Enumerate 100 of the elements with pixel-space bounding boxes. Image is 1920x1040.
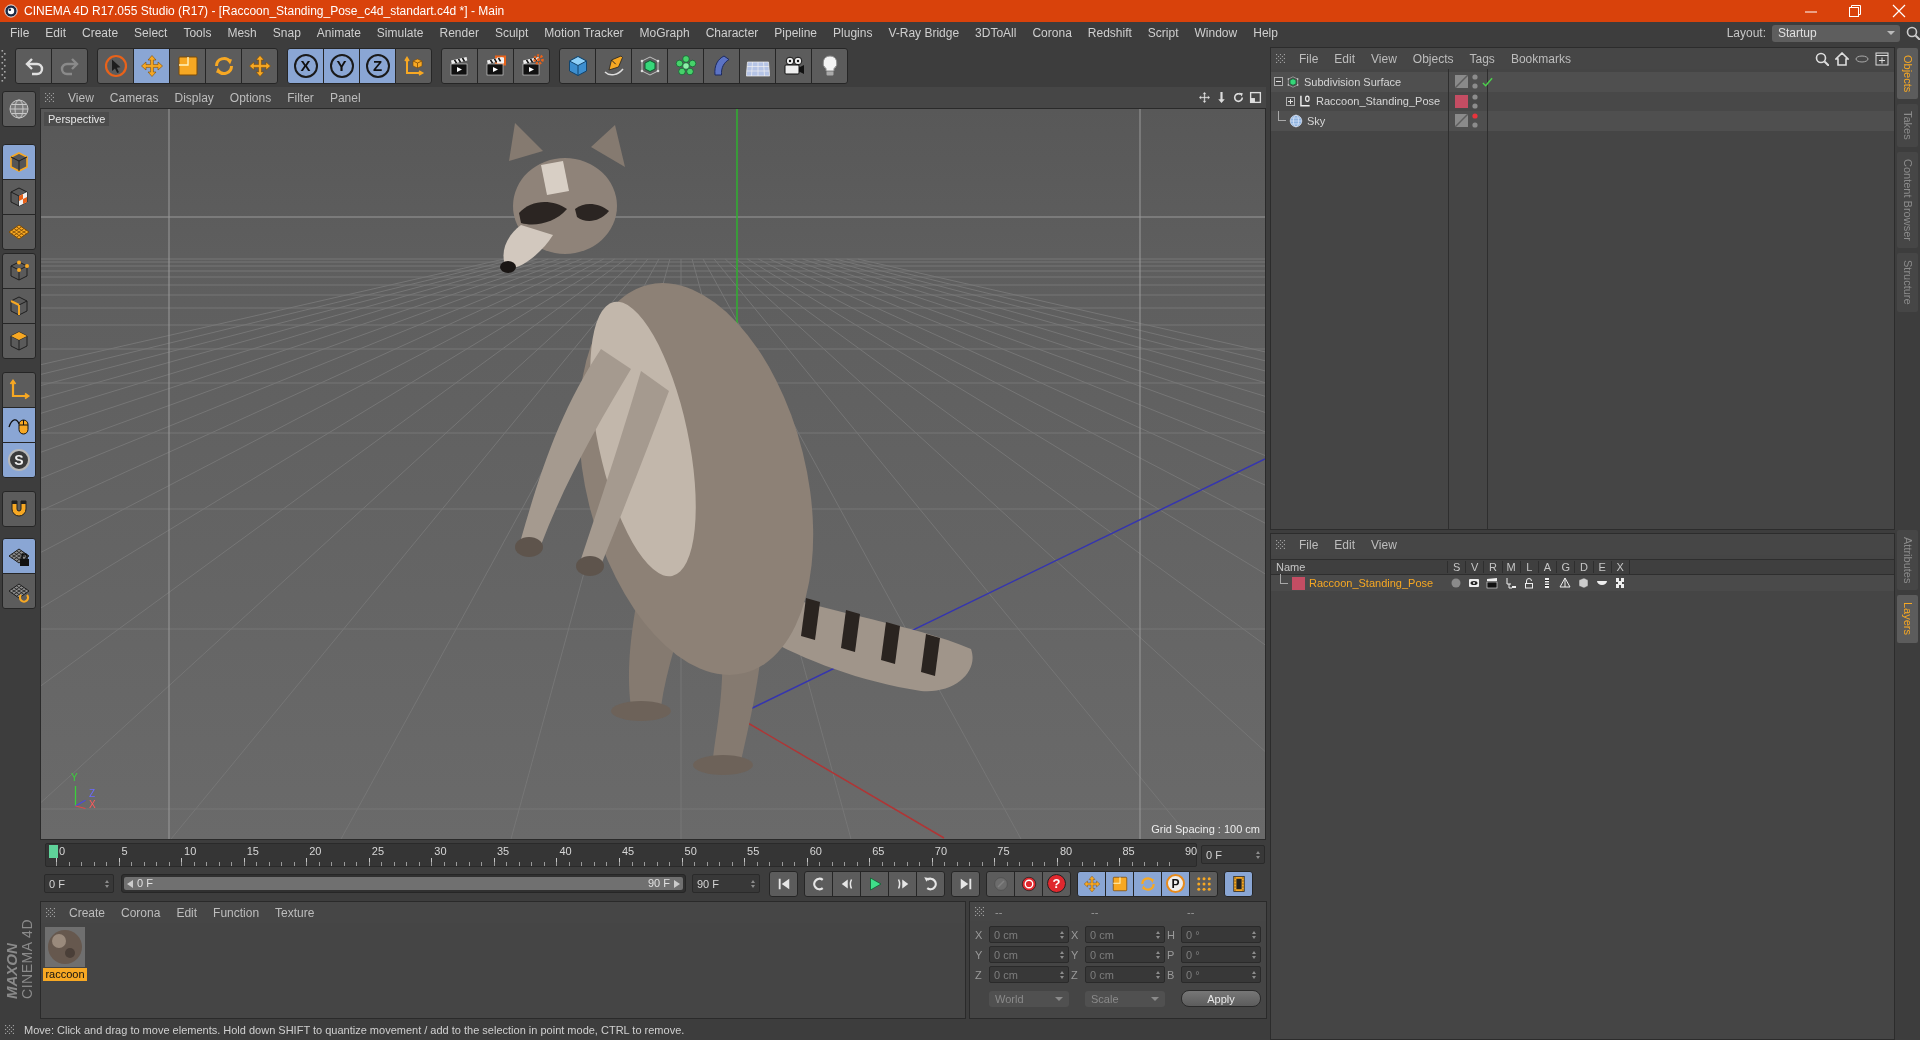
key-parameter-button[interactable]: P [1161, 870, 1190, 897]
menu-item[interactable]: Pipeline [766, 26, 826, 40]
panel-grip-icon[interactable] [5, 1025, 14, 1034]
padlock-icon[interactable] [1522, 577, 1535, 589]
menu-item[interactable]: Edit [1326, 51, 1364, 66]
move-view-icon[interactable] [1198, 91, 1211, 104]
menu-item[interactable]: Snap [264, 26, 309, 40]
toolbar-grip-icon[interactable] [1, 49, 6, 82]
menu-item[interactable]: Help [1245, 26, 1286, 40]
editor-visibility-dot-icon[interactable] [1472, 113, 1478, 120]
panel-grip-icon[interactable] [1276, 54, 1285, 63]
model-button[interactable] [2, 144, 36, 180]
polygons-button[interactable] [2, 323, 36, 359]
light-button[interactable] [811, 47, 848, 84]
menu-item[interactable]: Corona [113, 905, 169, 920]
hierarchy-icon[interactable] [1504, 577, 1517, 589]
coordinate-system-button[interactable] [395, 47, 432, 84]
spinner-icon[interactable] [104, 878, 110, 889]
camera-button[interactable] [775, 47, 812, 84]
edges-button[interactable] [2, 288, 36, 324]
menu-item[interactable]: 3DToAll [967, 26, 1025, 40]
menu-item[interactable]: Bookmarks [1502, 51, 1579, 66]
column-header[interactable]: E [1592, 561, 1611, 573]
editor-visibility-dot-icon[interactable] [1472, 93, 1478, 100]
material-name[interactable]: raccoon [43, 968, 87, 981]
check-icon[interactable] [1482, 76, 1493, 87]
panel-grip-icon[interactable] [45, 93, 54, 102]
expand-icon[interactable] [1286, 96, 1295, 106]
select-button[interactable] [97, 47, 134, 84]
previous-key-button[interactable] [804, 870, 833, 897]
snap-button[interactable] [2, 491, 36, 527]
rotate-button[interactable] [205, 47, 242, 84]
menu-item[interactable]: Tools [175, 26, 220, 40]
align-workplane-button[interactable] [2, 573, 36, 609]
key-scale-button[interactable] [1105, 870, 1134, 897]
layout-dropdown[interactable]: Startup [1772, 24, 1900, 42]
layer-name[interactable]: Raccoon_Standing_Pose [1309, 577, 1434, 589]
floor-button[interactable] [739, 47, 776, 84]
key-rotation-button[interactable] [1133, 870, 1162, 897]
cube-button[interactable] [559, 47, 596, 84]
menu-item[interactable]: V-Ray Bridge [880, 26, 968, 40]
menu-item[interactable]: Render [431, 26, 487, 40]
menu-item[interactable]: Mesh [219, 26, 265, 40]
previous-frame-button[interactable] [832, 870, 861, 897]
menu-item[interactable]: Options [221, 90, 280, 105]
timeline-ruler[interactable]: 0 5 10 15 20 25 30 35 40 45 50 55 60 65 70 75 80 85 90 [45, 842, 1197, 867]
tweak-button[interactable] [2, 407, 36, 443]
end-frame-field[interactable]: 90 F [692, 874, 760, 893]
current-frame-field[interactable]: 0 F [1201, 845, 1265, 864]
menu-item[interactable]: View [1363, 51, 1405, 66]
menu-item[interactable]: Display [166, 90, 222, 105]
column-header[interactable]: L [1519, 561, 1538, 573]
restore-icon[interactable] [1848, 4, 1862, 18]
make-editable-button[interactable] [2, 91, 36, 127]
menu-item[interactable]: Objects [1404, 51, 1462, 66]
column-header[interactable]: V [1465, 561, 1484, 573]
axis-button[interactable] [2, 372, 36, 408]
new-panel-icon[interactable] [1875, 51, 1889, 66]
menu-item[interactable]: File [1291, 51, 1327, 66]
menu-item[interactable]: Corona [1024, 26, 1080, 40]
axis-lock-button[interactable]: Y [323, 47, 360, 84]
panel-grip-icon[interactable] [1276, 540, 1285, 549]
material-sphere-icon[interactable] [45, 927, 85, 967]
close-icon[interactable] [1892, 4, 1906, 18]
panel-grip-icon[interactable] [975, 907, 984, 916]
timeline-button[interactable] [1224, 870, 1253, 897]
object-name[interactable]: Sky [1307, 114, 1326, 127]
panel-grip-icon[interactable] [46, 908, 55, 917]
pen-button[interactable] [595, 47, 632, 84]
column-header[interactable]: G [1556, 561, 1575, 573]
undo-button[interactable] [15, 47, 52, 84]
spinner-icon[interactable] [1255, 849, 1261, 860]
lock-workplane-button[interactable] [2, 538, 36, 574]
menu-item[interactable]: Character [697, 26, 767, 40]
menu-item[interactable]: File [2, 26, 38, 40]
render-picture-button[interactable] [477, 47, 514, 84]
menu-item[interactable]: Create [61, 905, 114, 920]
block-x-icon[interactable] [1613, 577, 1626, 589]
deformer-button[interactable] [703, 47, 740, 84]
subdivision-button[interactable] [631, 47, 668, 84]
menu-item[interactable]: View [1363, 537, 1405, 552]
menu-item[interactable]: Redshift [1079, 26, 1140, 40]
column-header[interactable]: X [1610, 561, 1629, 573]
menu-item[interactable]: File [1291, 537, 1327, 552]
menu-item[interactable]: Function [205, 905, 268, 920]
editor-visibility-dot-icon[interactable] [1472, 74, 1478, 81]
column-header[interactable]: A [1537, 561, 1557, 573]
render-settings-button[interactable] [513, 47, 550, 84]
column-header[interactable]: Name [1271, 561, 1447, 573]
side-tab[interactable]: Objects [1897, 48, 1918, 100]
collapse-icon[interactable] [1274, 77, 1283, 87]
auto-keyframe-button[interactable] [1014, 870, 1043, 897]
solo-dot-icon[interactable] [1450, 577, 1463, 589]
go-to-start-button[interactable] [769, 870, 798, 897]
move-button[interactable] [133, 47, 170, 84]
search-icon[interactable] [1906, 26, 1920, 40]
side-tab[interactable]: Layers [1897, 595, 1918, 643]
circular-arrow-icon[interactable] [1232, 91, 1245, 104]
go-to-end-button[interactable] [951, 870, 980, 897]
scale-button[interactable] [169, 47, 206, 84]
